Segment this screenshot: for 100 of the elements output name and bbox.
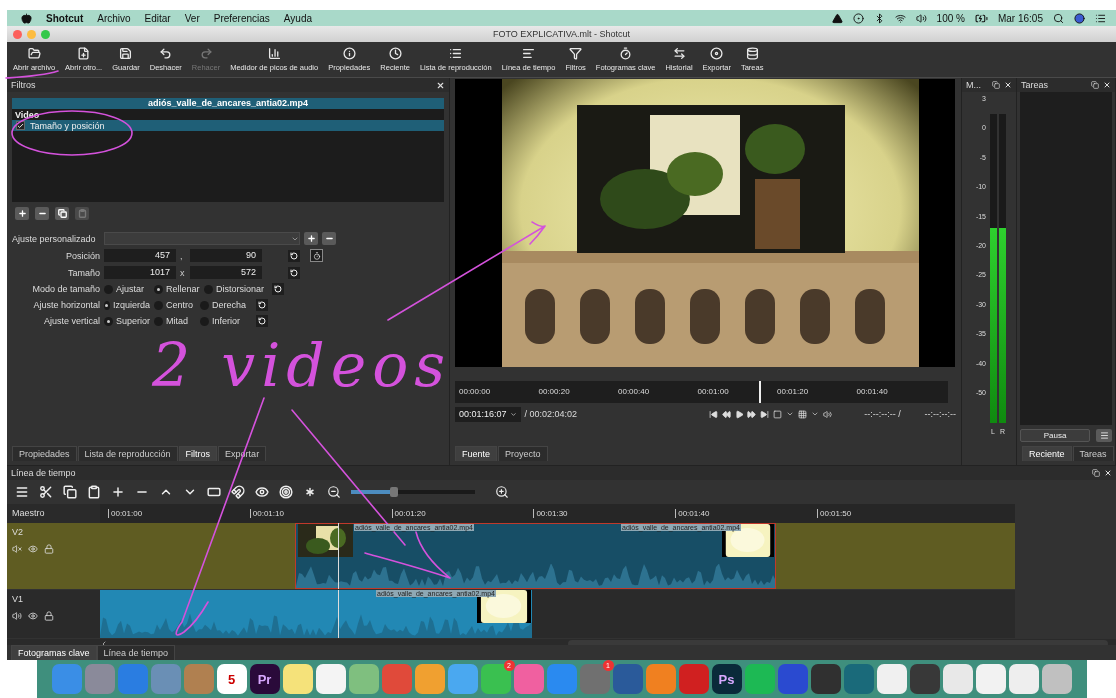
minus-button[interactable]	[322, 232, 336, 245]
float-icon[interactable]	[992, 81, 1000, 89]
app-icon[interactable]	[975, 664, 1006, 694]
copy-icon[interactable]	[63, 485, 77, 499]
time-ruler[interactable]: 00:00:00 00:00:20 00:00:40 00:01:00 00:01:20 00:01:40	[455, 381, 948, 403]
skip-forward-icon[interactable]	[760, 409, 770, 419]
plus-icon[interactable]	[111, 485, 125, 499]
zoom-out-icon[interactable]	[327, 485, 341, 499]
tab[interactable]: Tareas	[1072, 446, 1114, 461]
float-icon[interactable]	[1091, 81, 1099, 89]
radio-button[interactable]	[204, 284, 213, 294]
radio-button[interactable]	[104, 284, 113, 294]
app-icon[interactable]	[909, 664, 940, 694]
pause-button[interactable]: Pausa	[1020, 429, 1090, 442]
radio-button[interactable]	[154, 284, 163, 294]
zoom-slider[interactable]	[351, 490, 475, 494]
filter-item[interactable]: Tamaño y posición	[12, 120, 444, 131]
reset-button[interactable]	[288, 266, 300, 279]
radio-button[interactable]	[200, 300, 209, 310]
float-icon[interactable]	[1092, 469, 1100, 477]
scissors-icon[interactable]	[39, 485, 53, 499]
checkbox[interactable]	[16, 121, 25, 130]
menu-item[interactable]: Editar	[144, 12, 171, 24]
tab[interactable]: Fuente	[455, 446, 498, 461]
app-icon[interactable]	[876, 664, 907, 694]
tab[interactable]: Propiedades	[12, 446, 77, 461]
input-field[interactable]: 572	[190, 266, 262, 279]
close-icon[interactable]	[1103, 81, 1111, 89]
clipboard-icon[interactable]	[87, 485, 101, 499]
copy-button[interactable]	[55, 207, 69, 220]
mute-icon[interactable]	[12, 544, 22, 554]
rewind-icon[interactable]	[721, 409, 731, 419]
tab[interactable]: Reciente	[1022, 446, 1072, 461]
menu-item[interactable]: Ayuda	[283, 12, 313, 24]
radio-button[interactable]	[104, 316, 113, 326]
cone-icon[interactable]	[831, 12, 843, 24]
app-icon[interactable]	[282, 664, 313, 694]
plus-button[interactable]	[15, 207, 29, 220]
app-icon[interactable]	[315, 664, 346, 694]
list-icon[interactable]	[1095, 12, 1106, 24]
fast-forward-icon[interactable]	[747, 409, 757, 419]
play-icon[interactable]	[734, 409, 744, 419]
eye-icon[interactable]	[28, 611, 38, 621]
reset-button[interactable]	[256, 299, 268, 311]
orb-icon[interactable]	[1074, 12, 1085, 24]
close-icon[interactable]	[1104, 469, 1112, 477]
close-icon[interactable]	[1004, 81, 1012, 89]
input-field[interactable]: 1017	[104, 266, 176, 279]
lock-icon[interactable]	[44, 611, 54, 621]
menu-button[interactable]	[1096, 429, 1112, 442]
radio-button[interactable]	[154, 300, 163, 310]
caret-icon[interactable]	[811, 410, 820, 418]
rectangle-icon[interactable]	[207, 485, 221, 499]
app-icon[interactable]	[810, 664, 841, 694]
apple-icon[interactable]	[21, 12, 32, 24]
input-field[interactable]: 90	[190, 249, 262, 262]
keyframe-button[interactable]	[310, 249, 323, 262]
app-icon[interactable]: 5	[216, 664, 247, 694]
track-header[interactable]: V1	[7, 590, 100, 638]
volume-icon[interactable]	[915, 12, 927, 24]
minus-button[interactable]	[35, 207, 49, 220]
app-icon[interactable]: Pr	[249, 664, 280, 694]
clock[interactable]: Mar 16:05	[997, 12, 1043, 24]
tab[interactable]: Línea de tiempo	[96, 645, 176, 660]
tab[interactable]: Lista de reproducción	[77, 446, 178, 461]
eye-icon[interactable]	[255, 485, 269, 499]
timecode-field[interactable]: 00:01:16:07	[455, 406, 521, 422]
menu-item[interactable]: Shotcut	[46, 12, 84, 24]
tab[interactable]: Proyecto	[498, 446, 548, 461]
input-field[interactable]: 457	[104, 249, 176, 262]
menu-item[interactable]: Archivo	[97, 12, 131, 24]
app-icon[interactable]	[942, 664, 973, 694]
caret-icon[interactable]	[786, 410, 795, 418]
asterisk-icon[interactable]	[303, 485, 317, 499]
tab[interactable]: Filtros	[178, 446, 218, 461]
menu-item[interactable]: Ver	[184, 12, 200, 24]
scroll-left-icon[interactable]	[100, 640, 108, 648]
menu-item[interactable]: Preferencias	[213, 12, 270, 24]
target-icon[interactable]	[279, 485, 293, 499]
plus-button[interactable]	[304, 232, 318, 245]
search-icon[interactable]	[1053, 12, 1064, 24]
square-icon[interactable]	[773, 409, 783, 419]
reset-button[interactable]	[288, 249, 300, 262]
track-header[interactable]: V2	[7, 523, 100, 589]
radio-button[interactable]	[200, 316, 209, 326]
tab[interactable]: Fotogramas clave	[11, 645, 97, 660]
lock-icon[interactable]	[44, 544, 54, 554]
speaker-icon[interactable]	[12, 611, 22, 621]
app-icon[interactable]: Ps	[711, 664, 742, 694]
grid-icon[interactable]	[798, 409, 808, 419]
skip-back-icon[interactable]	[708, 409, 718, 419]
magnet-icon[interactable]	[231, 485, 245, 499]
volume-icon[interactable]	[823, 409, 833, 419]
slider-thumb[interactable]	[390, 487, 399, 497]
app-icon[interactable]	[1008, 664, 1039, 694]
reset-button[interactable]	[272, 283, 284, 295]
radio-button[interactable]	[104, 300, 110, 310]
reset-button[interactable]	[256, 315, 268, 327]
menu-icon[interactable]	[15, 485, 29, 499]
radio-button[interactable]	[154, 316, 163, 326]
